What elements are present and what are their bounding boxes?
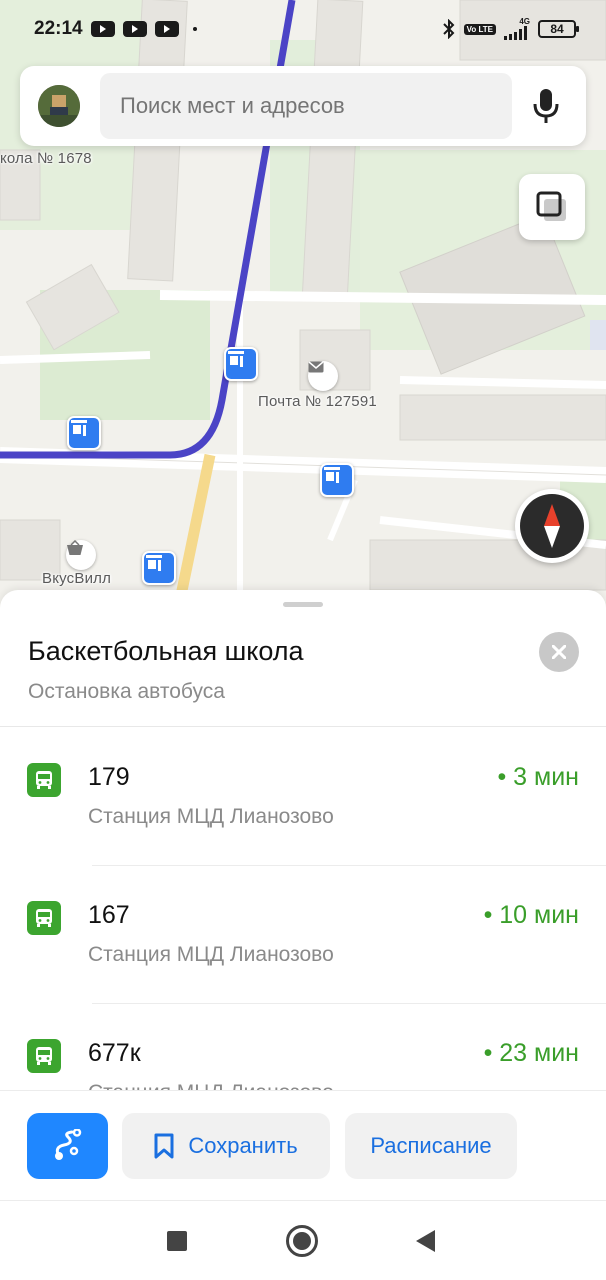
dot-icon	[192, 27, 197, 31]
map-label-school: кола № 1678	[0, 150, 92, 167]
recents-button[interactable]	[167, 1231, 187, 1251]
route-number: 677к	[88, 1039, 141, 1067]
bus-stop-icon	[146, 555, 162, 571]
network-type: 4G	[519, 17, 530, 26]
schedule-button[interactable]: Расписание	[345, 1113, 517, 1179]
route-row[interactable]: 179 Станция МЦД Лианозово • 3 мин	[0, 763, 606, 901]
route-direction: Станция МЦД Лианозово	[88, 943, 334, 966]
schedule-label: Расписание	[370, 1133, 492, 1158]
stop-title: Баскетбольная школа	[28, 636, 304, 666]
route-direction: Станция МЦД Лианозово	[88, 805, 334, 828]
route-row[interactable]: 167 Станция МЦД Лианозово • 10 мин	[0, 901, 606, 1039]
battery-icon: 84	[538, 20, 579, 38]
status-left: 22:14	[34, 18, 197, 40]
back-button[interactable]	[416, 1230, 435, 1252]
search-bar	[20, 66, 586, 146]
microphone-icon	[533, 89, 559, 123]
route-eta: • 23 мин	[483, 1039, 579, 1067]
signal-icon: 4G	[504, 18, 530, 40]
stop-subtitle: Остановка автобуса	[28, 680, 225, 703]
status-bar: 22:14 Vo LTE 4G 84	[0, 0, 606, 58]
youtube-icon	[154, 21, 179, 37]
youtube-icon	[90, 21, 115, 37]
route-eta: • 10 мин	[483, 901, 579, 929]
bus-stop-icon	[324, 467, 340, 483]
status-time: 22:14	[34, 18, 83, 39]
compass-button[interactable]	[515, 489, 589, 563]
shop-poi[interactable]	[66, 540, 96, 570]
save-label: Сохранить	[188, 1133, 298, 1158]
sheet-handle[interactable]	[283, 602, 323, 607]
route-icon	[54, 1129, 81, 1160]
map-label-shop: ВкусВилл	[42, 570, 112, 587]
divider	[0, 726, 606, 727]
layers-icon	[536, 191, 566, 221]
bluetooth-icon	[442, 19, 455, 39]
basket-icon	[67, 540, 83, 555]
close-button[interactable]	[539, 632, 579, 672]
battery-level: 84	[550, 22, 564, 36]
post-poi[interactable]	[308, 361, 338, 391]
avatar-image	[38, 85, 80, 127]
build-route-button[interactable]	[27, 1113, 108, 1179]
search-input[interactable]	[100, 73, 512, 139]
volte-icon: Vo LTE	[463, 23, 496, 35]
bus-icon	[27, 1039, 61, 1073]
bus-stop-icon	[228, 351, 244, 367]
save-button[interactable]: Сохранить	[122, 1113, 330, 1179]
bus-stop-pin[interactable]	[142, 551, 176, 585]
system-nav-bar	[0, 1200, 606, 1280]
youtube-icon	[122, 21, 147, 37]
status-right: Vo LTE 4G 84	[442, 18, 579, 40]
route-number: 179	[88, 763, 130, 791]
route-eta: • 3 мин	[497, 763, 579, 791]
divider	[92, 1003, 606, 1004]
route-number: 167	[88, 901, 130, 929]
bus-stop-pin[interactable]	[67, 416, 101, 450]
divider	[92, 865, 606, 866]
map-label-post: Почта № 127591	[258, 393, 377, 410]
close-icon	[552, 645, 566, 659]
action-bar: Сохранить Расписание	[0, 1090, 606, 1200]
map-layers-button[interactable]	[519, 174, 585, 240]
envelope-icon	[308, 361, 324, 373]
voice-search-button[interactable]	[524, 84, 568, 128]
compass-icon	[520, 494, 584, 558]
home-button[interactable]	[286, 1225, 318, 1257]
bus-icon	[27, 901, 61, 935]
bus-stop-icon	[71, 420, 87, 436]
bus-stop-pin[interactable]	[320, 463, 354, 497]
bus-icon	[27, 763, 61, 797]
bookmark-icon	[154, 1133, 174, 1159]
avatar[interactable]	[38, 85, 80, 127]
bus-stop-pin[interactable]	[224, 347, 258, 381]
